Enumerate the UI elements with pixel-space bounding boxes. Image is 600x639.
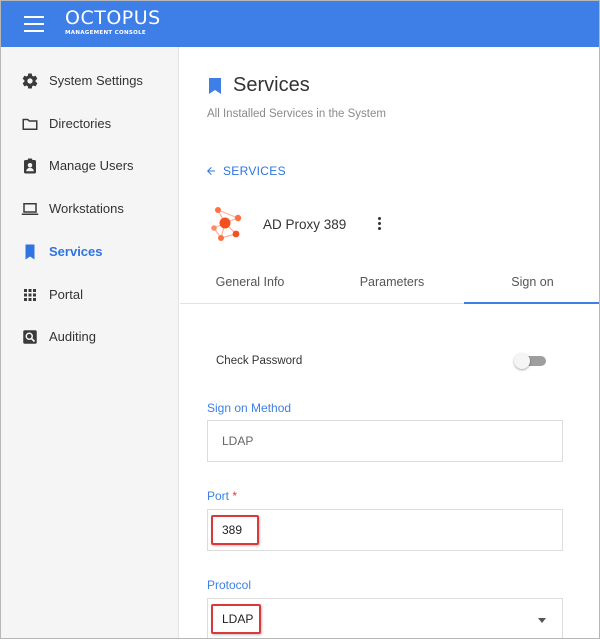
- service-network-icon: [211, 207, 242, 241]
- service-name: AD Proxy 389: [263, 217, 347, 232]
- sidebar-item-label: Portal: [49, 287, 83, 302]
- sidebar-item-label: Services: [49, 244, 103, 259]
- sidebar-item-portal[interactable]: Portal: [1, 275, 179, 315]
- protocol-label: Protocol: [207, 578, 252, 592]
- menu-icon[interactable]: [24, 16, 44, 32]
- top-app-bar: OCTOPUS MANAGEMENT CONSOLE: [1, 1, 599, 47]
- bookmark-icon: [25, 244, 35, 260]
- tab-label: Sign on: [511, 275, 554, 289]
- port-label-text: Port: [207, 489, 230, 503]
- protocol-value: LDAP: [222, 612, 254, 626]
- sidebar-item-directories[interactable]: Directories: [1, 104, 179, 144]
- sign-on-method-value: LDAP: [222, 434, 254, 448]
- sidebar-item-workstations[interactable]: Workstations: [1, 189, 179, 229]
- logo: OCTOPUS MANAGEMENT CONSOLE: [65, 9, 161, 37]
- sidebar: System Settings Directories Manage Users…: [1, 47, 179, 638]
- port-value: 389: [222, 523, 243, 537]
- required-marker: *: [232, 489, 238, 503]
- sidebar-item-label: System Settings: [49, 73, 143, 88]
- tab-bar: General Info Parameters Sign on: [180, 267, 599, 304]
- arrow-left-icon: [207, 167, 215, 175]
- check-password-toggle[interactable]: [514, 353, 548, 369]
- search-box-icon: [23, 330, 37, 344]
- sign-on-method-label: Sign on Method: [207, 401, 292, 415]
- grid-icon: [24, 289, 36, 301]
- port-input[interactable]: 389: [207, 509, 563, 551]
- sidebar-item-manage-users[interactable]: Manage Users: [1, 146, 179, 186]
- logo-title: OCTOPUS: [65, 7, 161, 29]
- gear-icon: [22, 73, 38, 89]
- sidebar-item-label: Workstations: [49, 201, 124, 216]
- more-options-icon[interactable]: [376, 217, 382, 233]
- back-link-label: SERVICES: [223, 164, 286, 178]
- page-subtitle: All Installed Services in the System: [207, 108, 386, 120]
- toggle-knob: [514, 353, 530, 369]
- back-to-services-link[interactable]: SERVICES: [205, 164, 286, 178]
- chevron-down-icon[interactable]: [538, 618, 546, 623]
- sign-on-method-field[interactable]: LDAP: [207, 420, 563, 462]
- main-content: Services All Installed Services in the S…: [180, 47, 599, 638]
- page-title: Services: [233, 74, 310, 96]
- tab-general-info[interactable]: General Info: [180, 267, 320, 304]
- check-password-label: Check Password: [216, 355, 303, 367]
- sidebar-item-services[interactable]: Services: [1, 232, 179, 272]
- bookmark-icon: [209, 78, 221, 94]
- tab-label: General Info: [215, 275, 285, 289]
- sidebar-item-label: Directories: [49, 116, 112, 131]
- folder-icon: [22, 118, 38, 130]
- tab-label: Parameters: [359, 275, 425, 289]
- sidebar-item-label: Auditing: [49, 329, 96, 344]
- sidebar-item-system-settings[interactable]: System Settings: [1, 61, 179, 101]
- protocol-select[interactable]: LDAP: [207, 598, 563, 638]
- user-badge-icon: [24, 158, 36, 174]
- sidebar-item-auditing[interactable]: Auditing: [1, 317, 179, 357]
- logo-subtitle: MANAGEMENT CONSOLE: [65, 30, 146, 36]
- app-window: OCTOPUS MANAGEMENT CONSOLE System Settin…: [0, 0, 600, 639]
- tab-sign-on[interactable]: Sign on: [464, 267, 599, 304]
- sidebar-item-label: Manage Users: [49, 158, 134, 173]
- tab-parameters[interactable]: Parameters: [322, 267, 462, 304]
- laptop-icon: [21, 203, 39, 215]
- port-label: Port *: [207, 489, 237, 503]
